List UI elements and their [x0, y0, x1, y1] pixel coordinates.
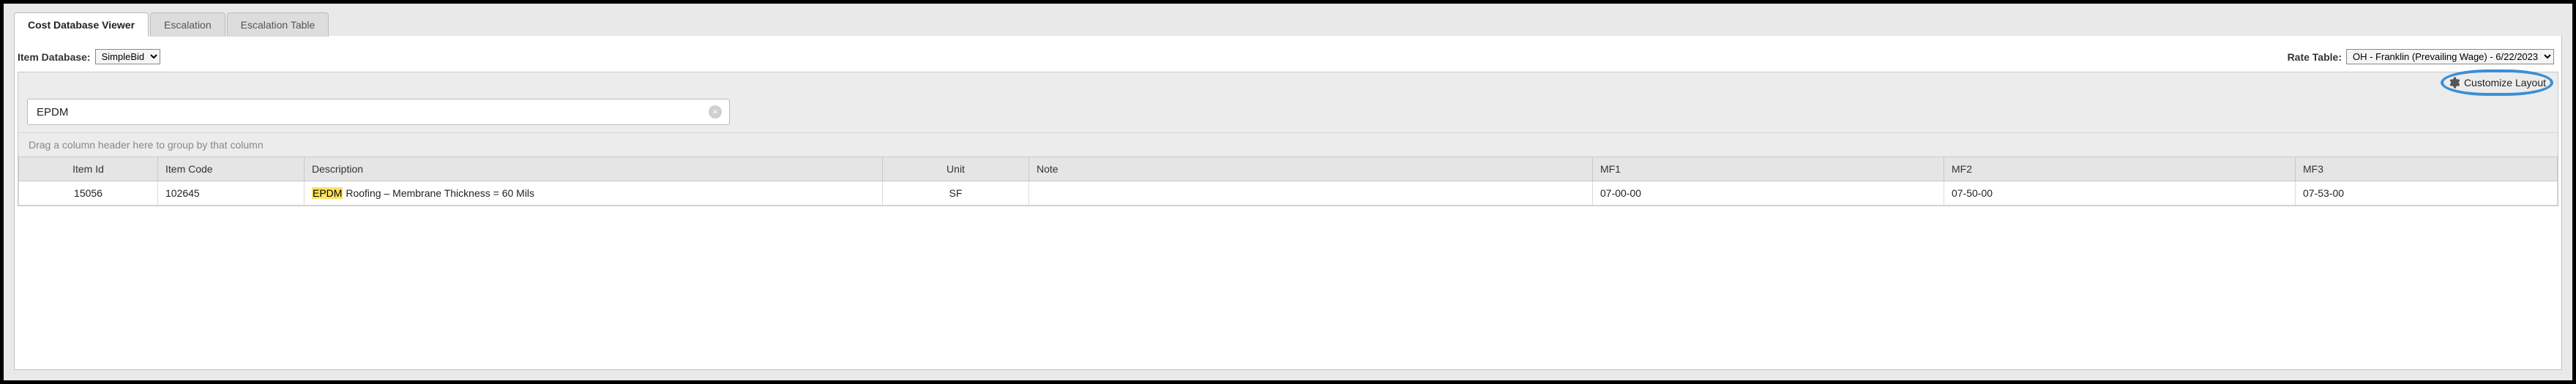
cell-mf2: 07-50-00 [1944, 181, 2296, 206]
group-by-drop-area[interactable]: Drag a column header here to group by th… [18, 132, 2558, 157]
search-highlight: EPDM [312, 187, 343, 199]
col-header-unit[interactable]: Unit [883, 157, 1029, 181]
table-row[interactable]: 15056 102645 EPDM Roofing – Membrane Thi… [19, 181, 2558, 206]
table-header-row: Item Id Item Code Description Unit Note … [19, 157, 2558, 181]
col-header-mf2[interactable]: MF2 [1944, 157, 2296, 181]
customize-layout-button[interactable]: Customize Layout [2448, 77, 2546, 89]
app-window: Cost Database Viewer Escalation Escalati… [0, 0, 2576, 384]
top-bar: Item Database: SimpleBid Rate Table: OH … [15, 36, 2561, 72]
tab-content: Item Database: SimpleBid Rate Table: OH … [14, 36, 2562, 370]
cell-item-id: 15056 [19, 181, 158, 206]
cell-mf3: 07-53-00 [2296, 181, 2558, 206]
col-header-mf3[interactable]: MF3 [2296, 157, 2558, 181]
col-header-note[interactable]: Note [1029, 157, 1593, 181]
col-header-description[interactable]: Description [305, 157, 883, 181]
grid-toolbar: Customize Layout [18, 72, 2558, 93]
results-table: Item Id Item Code Description Unit Note … [18, 157, 2558, 206]
item-database-label: Item Database: [18, 51, 91, 63]
rate-table-label: Rate Table: [2288, 51, 2342, 63]
cell-mf1: 07-00-00 [1593, 181, 1944, 206]
cell-item-code: 102645 [158, 181, 305, 206]
col-header-mf1[interactable]: MF1 [1593, 157, 1944, 181]
clear-search-icon[interactable]: × [709, 105, 722, 118]
search-box: × [27, 99, 730, 125]
rate-table-select[interactable]: OH - Franklin (Prevailing Wage) - 6/22/2… [2346, 49, 2554, 64]
cell-description-rest: Roofing – Membrane Thickness = 60 Mils [343, 187, 534, 199]
item-database-select[interactable]: SimpleBid [95, 49, 160, 64]
tab-escalation[interactable]: Escalation [150, 12, 225, 37]
cell-unit: SF [883, 181, 1029, 206]
search-input[interactable] [35, 105, 709, 119]
tab-cost-database-viewer[interactable]: Cost Database Viewer [14, 12, 149, 37]
customize-layout-label: Customize Layout [2464, 77, 2546, 89]
col-header-item-code[interactable]: Item Code [158, 157, 305, 181]
cell-note [1029, 181, 1593, 206]
grid-panel: Customize Layout × Drag a column header … [18, 72, 2558, 206]
search-row: × [18, 93, 2558, 132]
cell-description: EPDM Roofing – Membrane Thickness = 60 M… [305, 181, 883, 206]
tab-escalation-table[interactable]: Escalation Table [227, 12, 329, 37]
col-header-item-id[interactable]: Item Id [19, 157, 158, 181]
tab-strip: Cost Database Viewer Escalation Escalati… [14, 12, 2562, 37]
gear-icon [2448, 77, 2460, 89]
